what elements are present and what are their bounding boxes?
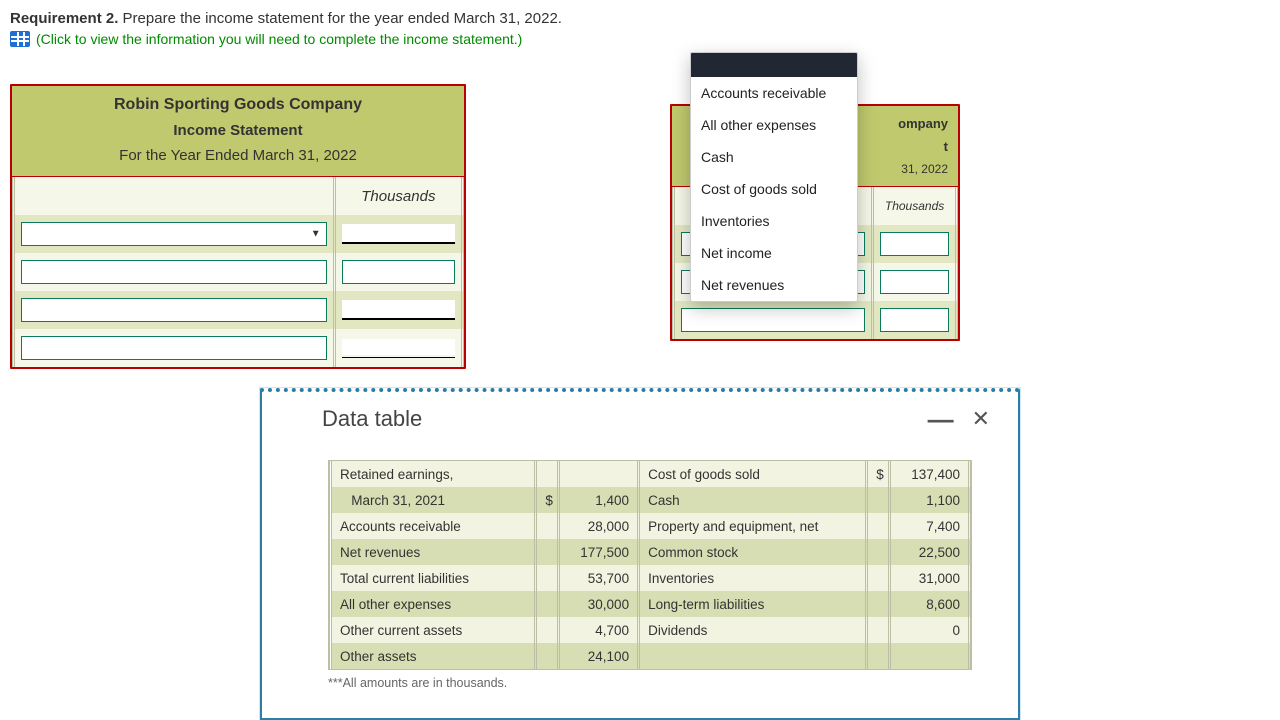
dropdown-option[interactable]: All other expenses — [691, 109, 857, 141]
view-info-link[interactable]: (Click to view the information you will … — [36, 31, 522, 47]
data-table: Retained earnings,Cost of goods sold$137… — [329, 461, 971, 669]
data-table-footnote: ***All amounts are in thousands. — [328, 676, 1018, 690]
dropdown-option[interactable]: Net income — [691, 237, 857, 269]
amount-input-4[interactable] — [342, 339, 455, 355]
amount-input-dup-3[interactable] — [880, 308, 949, 332]
amount-input-1[interactable] — [342, 224, 455, 242]
table-row: All other expenses30,000Long-term liabil… — [331, 591, 970, 617]
income-statement-panel: Robin Sporting Goods Company Income Stat… — [10, 84, 466, 369]
column-header-dup: Thousands — [873, 187, 957, 225]
requirement-label: Requirement 2. — [10, 10, 118, 27]
dropdown-option[interactable]: Accounts receivable — [691, 77, 857, 109]
table-row: Retained earnings,Cost of goods sold$137… — [331, 461, 970, 487]
dropdown-option[interactable]: Cash — [691, 141, 857, 173]
data-table-title: Data table — [322, 406, 422, 432]
amount-input-dup-1[interactable] — [880, 232, 949, 256]
line-item-select-1[interactable] — [21, 222, 327, 246]
amount-input-dup-2[interactable] — [880, 270, 949, 294]
dropdown-option[interactable]: Inventories — [691, 205, 857, 237]
amount-input-3[interactable] — [342, 300, 455, 318]
column-header: Thousands — [334, 177, 462, 215]
line-item-input-2[interactable] — [21, 260, 327, 284]
table-icon[interactable] — [10, 31, 30, 47]
company-name: Robin Sporting Goods Company — [18, 96, 458, 114]
table-row: Total current liabilities53,700Inventori… — [331, 565, 970, 591]
dropdown-option[interactable]: Cost of goods sold — [691, 173, 857, 205]
table-row: Other current assets4,700Dividends0 — [331, 617, 970, 643]
requirement-text: Prepare the income statement for the yea… — [123, 10, 562, 27]
table-row: Net revenues177,500Common stock22,500 — [331, 539, 970, 565]
table-row: Accounts receivable28,000Property and eq… — [331, 513, 970, 539]
dropdown-option[interactable]: Net revenues — [691, 269, 857, 301]
line-item-input-3[interactable] — [21, 298, 327, 322]
account-dropdown-menu: Accounts receivableAll other expensesCas… — [690, 52, 858, 302]
requirement-heading: Requirement 2. Prepare the income statem… — [10, 10, 1270, 27]
statement-period: For the Year Ended March 31, 2022 — [18, 147, 458, 164]
statement-title: Income Statement — [18, 122, 458, 139]
amount-input-2[interactable] — [342, 260, 455, 284]
minimize-icon[interactable]: — — [928, 414, 954, 424]
line-item-input-4[interactable] — [21, 336, 327, 360]
line-item-input-dup-3[interactable] — [681, 308, 865, 332]
close-icon[interactable]: ✕ — [972, 406, 990, 432]
dropdown-selected-blank[interactable] — [691, 53, 857, 77]
data-table-dialog: Data table — ✕ Retained earnings,Cost of… — [260, 388, 1020, 720]
table-row: Other assets24,100 — [331, 643, 970, 669]
table-row: March 31, 2021$1,400Cash1,100 — [331, 487, 970, 513]
